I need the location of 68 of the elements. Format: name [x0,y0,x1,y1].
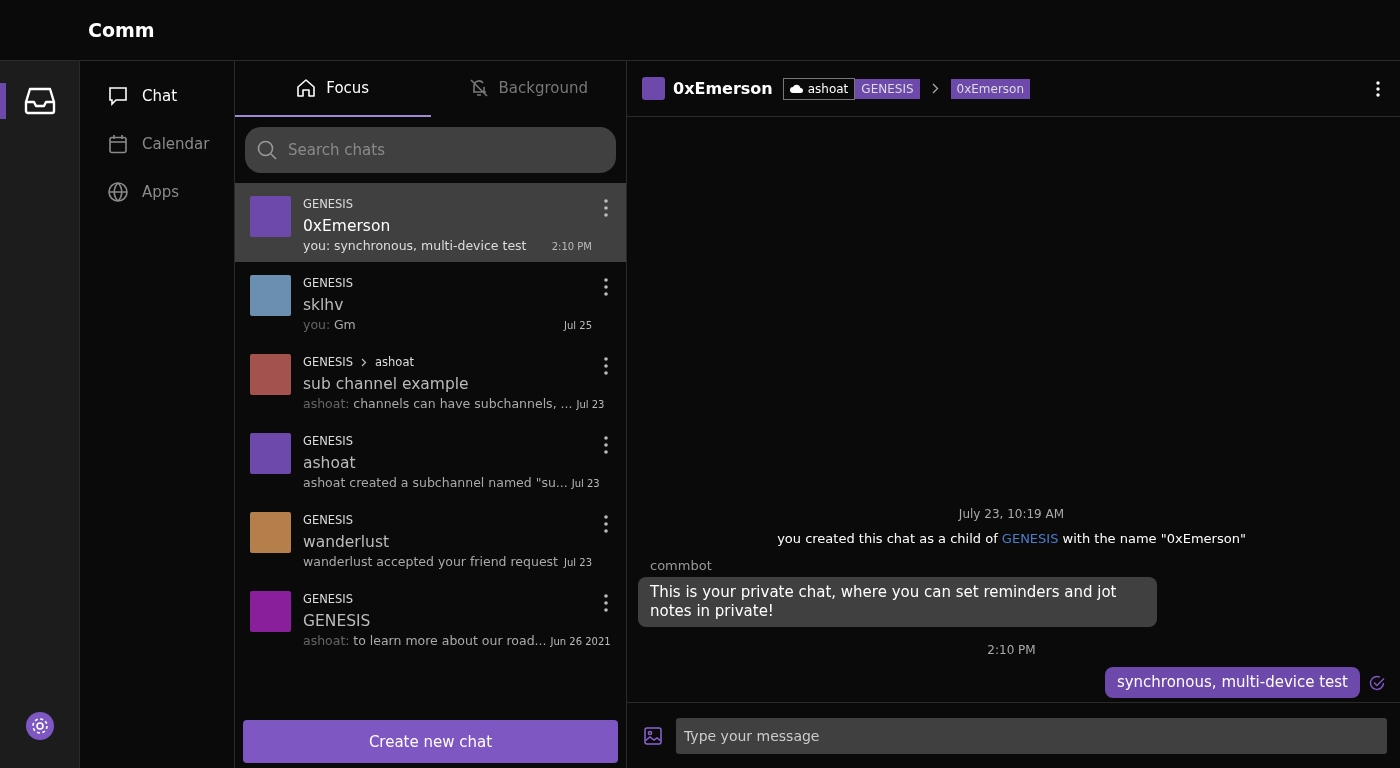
thread-name: sklhv [303,296,345,314]
thread-time: Jul 23 [576,399,605,410]
thread-name: ashoat [303,454,357,472]
inbox-icon[interactable] [23,87,56,115]
thread-name: sub channel example [303,375,470,393]
chat-icon [108,86,128,106]
message-bubble: synchronous, multi-device test [1104,667,1360,698]
last-message-preview: ashoat: to learn more about our road... [303,633,547,648]
tab[interactable]: Focus [235,61,431,117]
thread-time: Jul 23 [564,557,592,568]
last-message-preview: ashoat created a subchannel named "su... [303,475,568,490]
community-tag[interactable]: GENESIS [855,78,920,99]
more-options-icon[interactable] [604,278,608,296]
chevron-icon [361,357,368,367]
community-label: GENESIS [303,592,354,606]
message-author: commbot [650,558,712,573]
chat-thread-item[interactable]: GENESIS wanderlust wanderlust accepted your friend request Jul 23 [235,499,626,578]
thread-name: 0xEmerson [303,217,392,235]
system-message: you created this chat as a child of GENESIS with the name "0xEmerson" [776,531,1247,546]
community-label: GENESIS [303,355,354,369]
community-label: GENESIS [303,513,354,527]
community-label: GENESIS [303,276,354,290]
thread-tag[interactable]: 0xEmerson [950,78,1031,99]
last-message-preview: wanderlust accepted your friend request [303,554,558,569]
nav-item[interactable]: Apps [108,181,234,203]
thread-time: Jul 23 [571,478,600,489]
community-link[interactable]: GENESIS [1001,531,1059,546]
chat-thread-item[interactable]: GENESIS sklhv you: Gm Jul 25 [235,262,626,341]
chat-thread-item[interactable]: GENESIS 0xEmerson you: synchronous, multi-device test 2:10 PM [235,183,626,262]
cloud-icon [789,84,803,93]
more-options-icon[interactable] [604,594,608,612]
more-options-icon[interactable] [604,436,608,454]
home-icon [296,78,317,98]
last-message-preview: you: Gm [303,317,356,332]
nav-item[interactable]: Chat [108,85,234,107]
thread-name: GENESIS [303,612,372,630]
parent-label: ashoat [375,355,414,369]
thread-time: Jul 25 [564,320,592,331]
message-bubble: This is your private chat, where you can set reminders and jot notes in private! [638,577,1157,627]
chevron-icon [931,83,939,94]
thread-time: Jun 26 2021 [550,636,611,647]
app-title: Comm [88,19,155,41]
owner-tag[interactable]: ashoat [782,77,856,100]
last-message-preview: ashoat: channels can have subchannels, ... [303,396,573,411]
globe-icon [108,182,128,202]
more-options-icon[interactable] [1376,80,1380,97]
thread-name: wanderlust [303,533,391,551]
calendar-icon [108,134,128,154]
more-options-icon[interactable] [604,357,608,375]
chat-thread-item[interactable]: GENESIS GENESIS ashoat: to learn more about our road... Jun 26 2021 [235,578,626,657]
tab[interactable]: Background [430,61,626,117]
chat-title: 0xEmerson [673,79,773,98]
community-label: GENESIS [303,197,354,211]
image-icon[interactable] [644,726,662,745]
message-timestamp: 2:10 PM [986,643,1037,657]
community-label: GENESIS [303,434,354,448]
nav-item[interactable]: Calendar [108,133,234,155]
thread-time: 2:10 PM [551,241,592,252]
chat-thread-item[interactable]: GENESIS ashoat ashoat created a subchannel named "su... Jul 23 [235,420,626,499]
search-field[interactable]: Search chats [245,127,616,173]
message-timestamp: July 23, 10:19 AM [957,507,1066,521]
last-message-preview: you: synchronous, multi-device test [303,238,527,253]
chat-thread-item[interactable]: GENESIS ashoat sub channel example ashoat: channels can have subchannels, ... Jul 23 [235,341,626,420]
muted-bell-icon [468,78,489,98]
settings-icon[interactable] [25,712,54,740]
create-chat-button[interactable]: Create new chat [243,720,618,763]
more-options-icon[interactable] [604,515,608,533]
message-input-field[interactable]: Type your message [676,717,1387,754]
